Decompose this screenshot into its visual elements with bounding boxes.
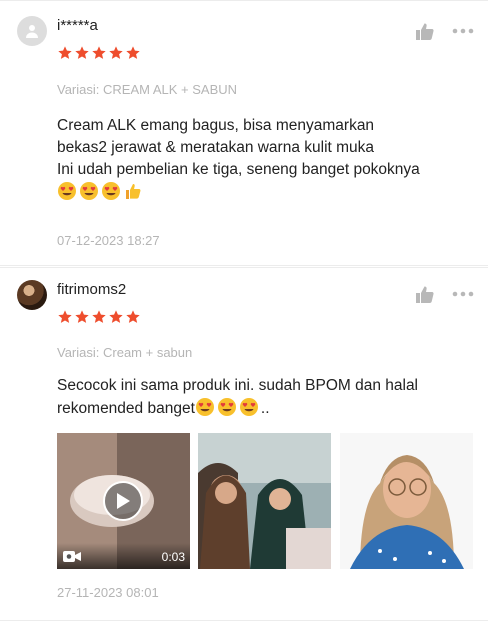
play-button[interactable]: [103, 481, 143, 521]
review-video-thumbnail[interactable]: 0:03: [57, 433, 190, 569]
review-line-with-emoji: rekomended banget..: [57, 397, 477, 420]
review-line: Cream ALK emang bagus, bisa menyamarkan: [57, 117, 375, 134]
star-icon: [126, 310, 140, 323]
review-text: Cream ALK emang bagus, bisa menyamarkan …: [57, 115, 477, 204]
user-icon: [26, 25, 38, 38]
star-icon: [109, 310, 123, 323]
like-icon[interactable]: [415, 22, 435, 42]
reviewer-name[interactable]: i*****a: [57, 17, 98, 34]
video-duration: 0:03: [161, 550, 185, 564]
heart-eyes-emoji-icon: [239, 398, 258, 416]
rating-stars: [57, 309, 141, 325]
variant-label: Variasi: CREAM ALK + SABUN: [57, 82, 238, 97]
reviewer-name[interactable]: fitrimoms2: [57, 281, 126, 298]
divider: [0, 267, 488, 268]
review-card: fitrimoms2 Variasi: Cream + sabun Secoco…: [0, 267, 488, 621]
review-text: Secocok ini sama produk ini. sudah BPOM …: [57, 375, 477, 420]
star-icon: [126, 46, 140, 59]
review-photo-thumbnail[interactable]: [198, 433, 331, 569]
two-women-photo: [198, 433, 331, 569]
selfie-photo: [340, 433, 473, 569]
review-line: rekomended banget: [57, 400, 195, 417]
review-date: 07-12-2023 18:27: [57, 233, 160, 248]
review-date: 27-11-2023 08:01: [57, 585, 159, 600]
review-line: bekas2 jerawat & meratakan warna kulit m…: [57, 139, 375, 156]
review-photo-thumbnail[interactable]: [340, 433, 473, 569]
star-icon: [92, 46, 106, 59]
star-icon: [58, 46, 72, 59]
heart-eyes-emoji-icon: [102, 182, 120, 200]
like-icon[interactable]: [415, 285, 435, 305]
star-icon: [58, 310, 72, 323]
video-camera-icon: [63, 551, 81, 562]
more-options-icon[interactable]: [452, 24, 474, 38]
more-options-icon[interactable]: [452, 287, 474, 301]
variant-label: Variasi: Cream + sabun: [57, 345, 193, 360]
review-line: Secocok ini sama produk ini. sudah BPOM …: [57, 377, 419, 394]
avatar[interactable]: [17, 280, 47, 310]
review-line: Ini udah pembelian ke tiga, seneng bange…: [57, 161, 420, 178]
star-icon: [92, 310, 106, 323]
avatar[interactable]: [17, 16, 47, 46]
thumbs-up-emoji-icon: [126, 184, 141, 199]
star-icon: [75, 46, 89, 59]
review-card: i*****a Variasi: CREAM ALK + SABUN Cream…: [0, 0, 488, 266]
trailing-text: ..: [260, 400, 270, 417]
heart-eyes-emoji-icon: [80, 182, 98, 200]
emoji-row: [57, 181, 477, 204]
heart-eyes-emoji-icon: [58, 182, 76, 200]
divider: [0, 0, 488, 1]
heart-eyes-emoji-icon: [195, 398, 214, 416]
heart-eyes-emoji-icon: [217, 398, 236, 416]
play-icon: [117, 493, 130, 509]
rating-stars: [57, 45, 141, 61]
star-icon: [75, 310, 89, 323]
star-icon: [109, 46, 123, 59]
